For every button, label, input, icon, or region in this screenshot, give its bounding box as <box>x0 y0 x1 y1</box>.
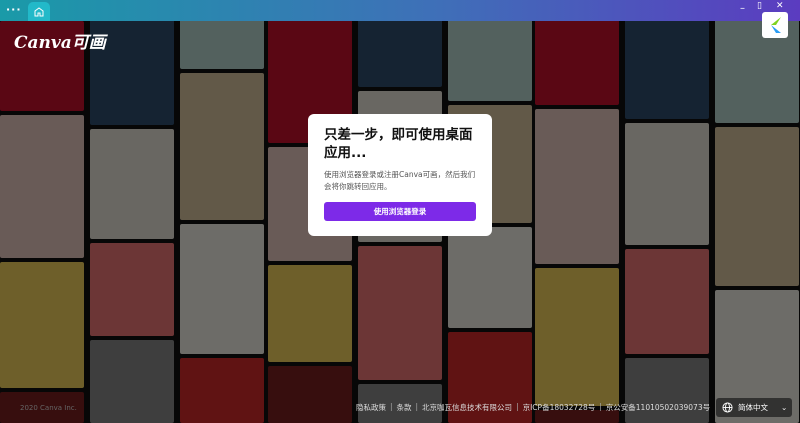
restore-button[interactable]: ▯ <box>757 1 762 11</box>
close-button[interactable]: ✕ <box>776 1 784 11</box>
icp-link[interactable]: 京ICP备18032728号 <box>523 402 596 413</box>
dialog-title: 只差一步，即可使用桌面应用... <box>324 127 473 161</box>
browser-login-button[interactable]: 使用浏览器登录 <box>324 202 476 221</box>
title-bar: ··· – ▯ ✕ <box>0 0 800 21</box>
app-icon <box>762 12 788 38</box>
canva-logo: Canva可画 <box>14 33 106 53</box>
minimize-button[interactable]: – <box>740 3 745 14</box>
desktop-login-dialog: 只差一步，即可使用桌面应用... 使用浏览器登录或注册Canva可画，然后我们会… <box>308 114 492 236</box>
terms-link[interactable]: 条款 <box>397 402 412 413</box>
language-label: 简体中文 <box>738 403 768 412</box>
globe-icon <box>722 402 733 413</box>
footer-links: 隐私政策 | 条款 | 北京咖瓦信息技术有限公司 | 京ICP备18032728号 | … <box>356 402 711 413</box>
menu-button[interactable]: ··· <box>6 3 22 16</box>
company-link[interactable]: 北京咖瓦信息技术有限公司 <box>422 402 512 413</box>
home-tab[interactable] <box>28 2 50 21</box>
copyright: 2020 Canva Inc. <box>20 404 77 412</box>
dialog-body: 使用浏览器登录或注册Canva可画，然后我们会将你跳转回应用。 <box>324 170 476 191</box>
privacy-link[interactable]: 隐私政策 <box>356 402 386 413</box>
language-selector[interactable]: 简体中文 ⌄ <box>716 398 792 417</box>
police-record-link[interactable]: 京公安备11010502039073号 <box>606 402 710 413</box>
chevron-down-icon: ⌄ <box>781 403 788 412</box>
home-icon <box>34 6 44 16</box>
